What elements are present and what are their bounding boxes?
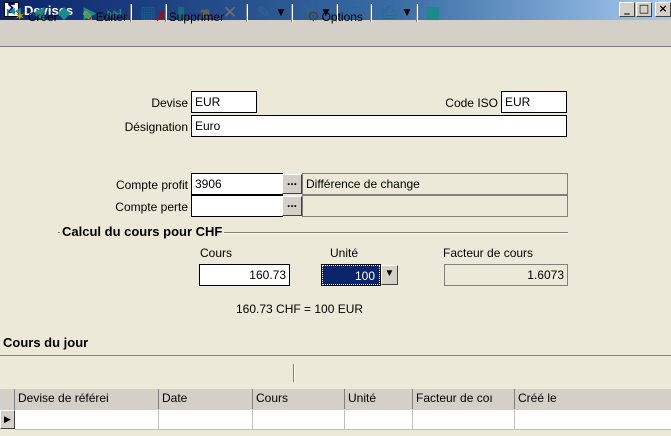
compte-profit-lookup-button[interactable]: ...: [282, 174, 302, 194]
cours-input[interactable]: 160.73: [199, 264, 290, 286]
compte-perte-description: [302, 195, 568, 217]
column-header-unite[interactable]: Unité: [345, 389, 413, 409]
supprimer-button[interactable]: ✗ Supprimer: [155, 9, 224, 27]
table-cell[interactable]: [159, 410, 253, 429]
table-cell[interactable]: [413, 410, 515, 429]
options-icon: ⚙: [307, 9, 320, 25]
code-iso-label: Code ISO: [445, 96, 498, 110]
toolbar-separator: [291, 4, 293, 22]
unite-select[interactable]: 100: [321, 264, 381, 286]
toolbar-separator: [416, 4, 418, 22]
table-cell[interactable]: [345, 410, 413, 429]
delete-icon: ✗: [155, 9, 167, 25]
compte-perte-lookup-button[interactable]: ...: [282, 196, 302, 216]
cours-toolbar: [0, 355, 671, 388]
editer-button[interactable]: ✎ Editer: [82, 9, 127, 27]
calcul-group-title: Calcul du cours pour CHF: [60, 224, 225, 239]
edit-icon: ✎: [82, 9, 94, 25]
designation-input[interactable]: Euro: [191, 115, 567, 137]
compte-perte-label: Compte perte: [115, 200, 188, 214]
toolbar-separator: [246, 4, 248, 22]
column-header-devise[interactable]: Devise de référei: [15, 389, 159, 409]
toolbar-separator: [293, 364, 295, 382]
conversion-summary: 160.73 CHF = 100 EUR: [236, 302, 364, 316]
chevron-down-icon[interactable]: ▼: [381, 265, 398, 285]
table-cell[interactable]: [515, 410, 671, 429]
compte-profit-input[interactable]: 3906: [191, 173, 283, 195]
chevron-down-icon[interactable]: ▼: [402, 3, 412, 23]
devise-label: Devise: [151, 96, 188, 110]
chevron-down-icon[interactable]: ▼: [276, 3, 286, 23]
column-header-date[interactable]: Date: [159, 389, 253, 409]
maximize-button[interactable]: □: [636, 2, 652, 17]
toolbar-separator: [130, 4, 132, 22]
compte-perte-input[interactable]: [191, 195, 283, 217]
column-header-cree-le[interactable]: Créé le: [515, 389, 671, 409]
compte-profit-label: Compte profit: [115, 178, 188, 192]
toolbar-separator: [370, 4, 372, 22]
column-header-cours[interactable]: Cours: [253, 389, 345, 409]
facteur-label: Facteur de cours: [443, 246, 534, 260]
print-icon[interactable]: ⎙: [378, 3, 400, 23]
designation-label: Désignation: [124, 120, 188, 134]
devise-input[interactable]: EUR: [191, 91, 257, 113]
grid-corner: [0, 389, 15, 410]
options-button[interactable]: ⚙ Options: [307, 9, 363, 27]
minimize-button[interactable]: _: [619, 2, 635, 17]
cours-du-jour-title: Cours du jour: [3, 335, 89, 350]
table-cell[interactable]: [253, 410, 345, 429]
cours-label: Cours: [200, 246, 233, 260]
new-folder-icon: ✶: [14, 9, 26, 25]
pencil-icon[interactable]: ✎: [254, 3, 274, 23]
unite-label: Unité: [330, 246, 359, 260]
compte-profit-description: Différence de change: [302, 173, 568, 195]
column-header-facteur[interactable]: Facteur de coı: [413, 389, 515, 409]
creer-button[interactable]: ✶ Créer: [14, 9, 58, 27]
table-cell[interactable]: [15, 410, 159, 429]
facteur-value: 1.6073: [444, 264, 568, 286]
exit-icon[interactable]: ■: [423, 3, 443, 23]
close-button[interactable]: ×: [655, 2, 671, 17]
code-iso-input[interactable]: EUR: [501, 91, 567, 113]
row-indicator-icon[interactable]: ▶: [0, 410, 15, 429]
